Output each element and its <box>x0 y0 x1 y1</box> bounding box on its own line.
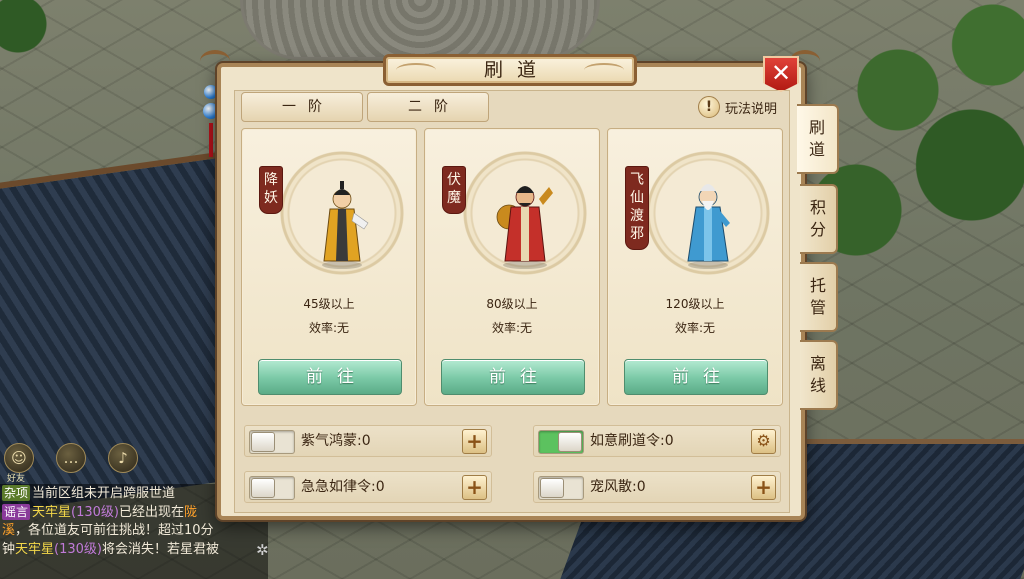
side-tab-char: 管 <box>809 298 826 317</box>
dialog-title: 刷道 <box>383 54 637 86</box>
plus-icon[interactable]: + <box>462 475 487 500</box>
option-ruyi-shuadaoling: 如意刷道令:0 ⚙ <box>533 425 781 457</box>
feixian-figure-icon <box>687 184 730 269</box>
floor-medallion <box>240 0 600 60</box>
trees <box>814 0 1024 300</box>
chat-text: 钟 <box>2 541 16 557</box>
side-tab-lixian[interactable]: 离 线 <box>800 340 838 410</box>
card-fumo: 伏 魔 80级以上 效率:无 前往 <box>424 128 600 406</box>
rules-label: 玩法说明 <box>725 101 778 117</box>
chat-tag-rumor: 谣言 <box>2 503 31 520</box>
side-tab-char: 分 <box>809 220 826 239</box>
side-tab-tuoguan[interactable]: 托 管 <box>800 262 838 332</box>
option-jiji-rulvling: 急急如律令:0 + <box>244 471 492 503</box>
option-label: 如意刷道令:0 <box>590 433 674 449</box>
chat-text: 将会消失！若星君被 <box>102 541 220 557</box>
card-level-requirement: 120级以上 <box>665 297 725 311</box>
side-tab-jifen[interactable]: 积 分 <box>800 184 838 254</box>
card-name-banner: 飞 仙 渡 邪 <box>626 167 648 249</box>
card-name-char: 仙 <box>630 190 644 206</box>
plus-icon[interactable]: + <box>751 475 776 500</box>
chat-place[interactable]: 溪 <box>2 523 15 538</box>
card-name-char: 妖 <box>264 190 278 206</box>
chat-settings-gear-icon[interactable]: ✲ <box>256 541 269 559</box>
corner-ornament <box>200 50 230 72</box>
chat-place[interactable]: 陇 <box>184 505 197 520</box>
chat-tag-misc: 杂项 <box>2 485 31 501</box>
chat-boss-name[interactable]: 天牢星 <box>15 542 54 557</box>
card-name-char: 飞 <box>630 172 644 188</box>
side-tab-char: 刷 <box>808 118 825 137</box>
card-name-char: 邪 <box>630 226 644 242</box>
chat-text: 当前区组未开启跨服世道 <box>32 486 176 501</box>
card-name-char: 渡 <box>630 208 644 224</box>
close-x-icon: ✕ <box>770 59 792 87</box>
fumo-figure-icon <box>496 186 553 269</box>
card-name-char: 降 <box>264 172 278 188</box>
card-level-requirement: 45级以上 <box>303 297 355 311</box>
friends-icon[interactable]: ☺ <box>4 443 34 473</box>
tree <box>0 0 60 60</box>
option-zhiqi-hongmeng: 紫气鸿蒙:0 + <box>244 425 492 457</box>
go-button-xiangyao[interactable]: 前往 <box>258 359 402 395</box>
side-tab-char: 线 <box>809 376 826 395</box>
card-name-banner: 伏 魔 <box>443 167 465 213</box>
hud-icon-bar: ☺ … ♪ <box>4 443 154 483</box>
chat-text: 已经出现在 <box>119 504 185 520</box>
side-tab-char: 道 <box>808 140 825 159</box>
gear-icon[interactable]: ⚙ <box>751 429 776 454</box>
toggle-switch[interactable] <box>538 430 584 454</box>
chat-boss-level: (130级) <box>71 504 119 520</box>
chat-bubble-icon[interactable]: … <box>56 443 86 473</box>
chat-boss-level: (130级) <box>54 541 102 557</box>
chat-line: 钟天牢星(130级)将会消失！若星君被 <box>2 541 266 560</box>
go-button-fumo[interactable]: 前往 <box>441 359 585 395</box>
chat-text: ，各位道友可前往挑战！超过10分 <box>15 523 214 538</box>
xiangyao-figure-icon <box>322 181 369 269</box>
option-label: 宠风散:0 <box>590 479 646 495</box>
card-efficiency: 效率:无 <box>491 321 533 335</box>
gourd-ornament-icon <box>203 85 219 160</box>
option-label: 紫气鸿蒙:0 <box>301 433 371 449</box>
option-label: 急急如律令:0 <box>301 479 385 495</box>
card-name-banner: 降 妖 <box>260 167 282 213</box>
card-xiangyao: 降 妖 45级以上 效率:无 前往 <box>241 128 417 406</box>
chat-boss-name[interactable]: 天牢星 <box>32 505 71 520</box>
side-tab-char: 积 <box>809 198 826 217</box>
side-tab-char: 离 <box>809 354 826 373</box>
toggle-switch[interactable] <box>249 430 295 454</box>
tier-tab-2[interactable]: 二阶 <box>367 92 489 122</box>
card-feixian-duxie: 飞 仙 渡 邪 120级以上 效率:无 前往 <box>607 128 783 406</box>
rules-button[interactable]: ! 玩法说明 <box>698 95 777 119</box>
side-tab-char: 托 <box>809 276 826 295</box>
side-tab-shuadao[interactable]: 刷 道 <box>797 104 839 174</box>
card-level-requirement: 80级以上 <box>486 297 538 311</box>
card-efficiency: 效率:无 <box>308 321 350 335</box>
exclamation-icon: ! <box>698 96 720 118</box>
microphone-icon[interactable]: ♪ <box>108 443 138 473</box>
card-name-char: 伏 <box>447 172 461 188</box>
chat-line: 溪，各位道友可前往挑战！超过10分 <box>2 522 266 541</box>
card-name-char: 魔 <box>447 190 461 206</box>
option-chongfengsan: 宠风散:0 + <box>533 471 781 503</box>
plus-icon[interactable]: + <box>462 429 487 454</box>
go-button-feixian[interactable]: 前往 <box>624 359 768 395</box>
card-efficiency: 效率:无 <box>674 321 716 335</box>
toggle-switch[interactable] <box>538 476 584 500</box>
tier-tab-1[interactable]: 一阶 <box>241 92 363 122</box>
friends-label: 好友 <box>7 474 26 484</box>
toggle-switch[interactable] <box>249 476 295 500</box>
